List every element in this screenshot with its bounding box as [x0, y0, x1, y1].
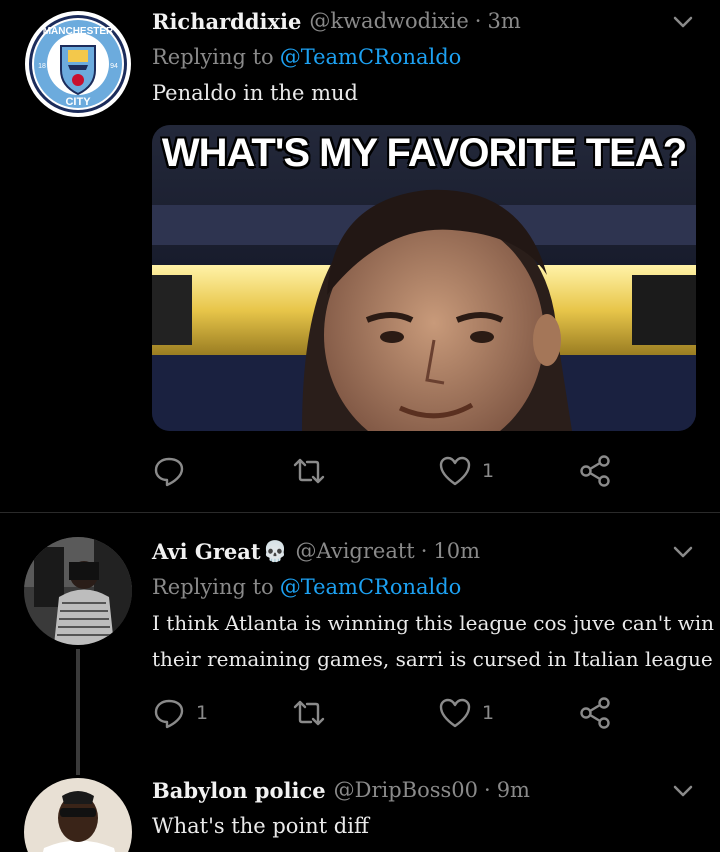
reply-count: 1	[196, 702, 209, 724]
tweet-header: Richarddixie @kwadwodixie · 3m	[152, 3, 696, 39]
tweet-text: Penaldo in the mud	[152, 81, 359, 105]
tweet-actions: 1	[152, 451, 632, 491]
retweet-button[interactable]	[292, 451, 326, 491]
skull-emoji: 💀	[262, 539, 288, 563]
reply-button[interactable]	[152, 451, 186, 491]
chevron-down-icon[interactable]	[670, 539, 696, 565]
like-button[interactable]: 1	[438, 693, 494, 733]
timestamp[interactable]: 3m	[487, 9, 520, 33]
retweet-button[interactable]	[292, 693, 326, 733]
like-icon	[439, 456, 471, 486]
tweet-header: Avi Great 💀 @Avigreatt · 10m	[152, 533, 696, 569]
share-icon	[580, 455, 610, 487]
separator: ·	[484, 778, 491, 802]
tweet-body: Richarddixie @kwadwodixie · 3m Replying …	[152, 3, 696, 111]
display-name[interactable]: Richarddixie	[152, 9, 301, 34]
svg-text:CITY: CITY	[65, 96, 91, 108]
share-button[interactable]	[578, 693, 612, 733]
avatar[interactable]	[24, 537, 132, 645]
tweet-header: Babylon police @DripBoss00 · 9m	[152, 772, 696, 808]
tweet-body: Babylon police @DripBoss00 · 9m What's t…	[152, 772, 696, 844]
reply-icon	[154, 699, 184, 729]
display-name[interactable]: Babylon police	[152, 778, 326, 803]
tweet[interactable]: Babylon police @DripBoss00 · 9m What's t…	[0, 763, 720, 852]
separator: ·	[474, 9, 482, 33]
replying-to-label: Replying to	[152, 575, 274, 599]
tweet-body: Avi Great 💀 @Avigreatt · 10m Replying to…	[152, 533, 720, 677]
replying-to: Replying to @TeamCRonaldo	[152, 39, 696, 75]
mention-link[interactable]: @TeamCRonaldo	[280, 575, 462, 599]
like-count: 1	[482, 460, 495, 482]
username[interactable]: @kwadwodixie	[309, 9, 468, 33]
retweet-icon	[293, 458, 325, 484]
username[interactable]: @DripBoss00	[334, 778, 478, 802]
like-icon	[439, 698, 471, 728]
tweet[interactable]: Avi Great 💀 @Avigreatt · 10m Replying to…	[0, 513, 720, 775]
tweet-text: What's the point diff	[152, 814, 369, 838]
tweet-image[interactable]: WHAT'S MY FAVORITE TEA?	[152, 125, 696, 431]
avatar[interactable]	[24, 778, 132, 852]
timestamp[interactable]: 9m	[497, 778, 530, 802]
replying-to-label: Replying to	[152, 45, 274, 69]
chevron-down-icon[interactable]	[670, 9, 696, 35]
tweet-text-line: I think Atlanta is winning this league c…	[152, 611, 720, 635]
separator: ·	[420, 539, 428, 563]
thread-connector	[76, 649, 80, 775]
chevron-down-icon[interactable]	[670, 778, 696, 804]
share-button[interactable]	[578, 451, 612, 491]
timestamp[interactable]: 10m	[433, 539, 480, 563]
tweet-actions: 1 1	[152, 693, 632, 733]
retweet-icon	[293, 700, 325, 726]
meme-caption: WHAT'S MY FAVORITE TEA?	[161, 131, 687, 175]
mention-link[interactable]: @TeamCRonaldo	[280, 45, 462, 69]
tweet-text-line: their remaining games, sarri is cursed i…	[152, 647, 713, 671]
svg-text:18: 18	[38, 63, 46, 70]
tweet[interactable]: MANCHESTER CITY 18 94 Richarddixie @kwad…	[0, 0, 720, 512]
like-count: 1	[482, 702, 495, 724]
reply-icon	[154, 457, 184, 487]
svg-text:MANCHESTER: MANCHESTER	[43, 26, 114, 37]
replying-to: Replying to @TeamCRonaldo	[152, 569, 696, 605]
avatar[interactable]: MANCHESTER CITY 18 94	[24, 10, 132, 118]
like-button[interactable]: 1	[438, 451, 494, 491]
display-name[interactable]: Avi Great	[152, 539, 261, 564]
username[interactable]: @Avigreatt	[296, 539, 415, 563]
reply-button[interactable]: 1	[152, 693, 208, 733]
share-icon	[580, 697, 610, 729]
svg-text:94: 94	[110, 63, 118, 70]
